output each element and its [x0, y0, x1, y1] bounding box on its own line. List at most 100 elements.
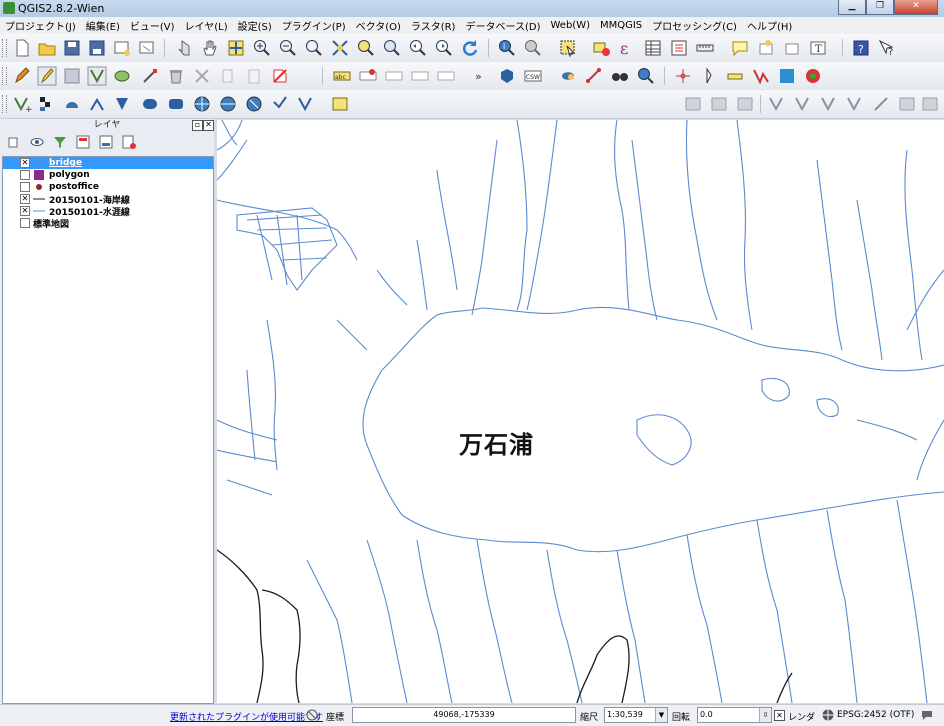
move-label-icon[interactable] — [410, 66, 430, 86]
run-action-icon[interactable] — [523, 38, 543, 58]
coordinate-capture-icon[interactable] — [725, 66, 745, 86]
scale-combo[interactable]: 1:30,539 ▼ — [604, 707, 668, 723]
panel-float-button[interactable]: ▫ — [192, 120, 203, 131]
chevron-down-icon[interactable]: ▼ — [655, 708, 667, 722]
digitize-tool-2-icon[interactable] — [709, 94, 729, 114]
processing-results-icon[interactable] — [636, 66, 656, 86]
toggle-editing-icon[interactable] — [37, 66, 57, 86]
layer-item-standard-map[interactable]: 標準地図 — [3, 217, 213, 230]
menu-raster[interactable]: ラスタ(R) — [406, 18, 461, 33]
zoom-last-icon[interactable] — [408, 38, 428, 58]
zoom-in-icon[interactable] — [252, 38, 272, 58]
delete-selected-icon[interactable] — [166, 66, 186, 86]
text-annotation-icon[interactable]: T — [808, 38, 828, 58]
filter-legend-icon[interactable] — [53, 135, 67, 149]
toolbar-handle[interactable] — [2, 67, 7, 85]
panel-close-button[interactable]: ✕ — [203, 120, 214, 131]
add-oracle-layer-icon[interactable] — [140, 94, 160, 114]
zoom-to-layer-icon[interactable] — [382, 38, 402, 58]
zoom-out-icon[interactable] — [278, 38, 298, 58]
python-console-icon[interactable] — [558, 66, 578, 86]
topology-checker-icon[interactable] — [803, 66, 823, 86]
render-checkbox[interactable]: ✕ — [774, 710, 785, 721]
layer-item-postoffice[interactable]: postoffice — [3, 181, 213, 193]
current-edits-icon[interactable] — [12, 66, 32, 86]
delete-part-icon[interactable] — [270, 66, 290, 86]
csw-icon[interactable]: CSW — [523, 66, 543, 86]
new-shapefile-layer-icon[interactable] — [296, 94, 316, 114]
new-spatialite-layer-icon[interactable] — [330, 94, 350, 114]
map-tips-icon[interactable] — [730, 38, 750, 58]
add-wms-layer-icon[interactable] — [192, 94, 212, 114]
node-tool-icon[interactable] — [140, 66, 160, 86]
add-postgis-layer-icon[interactable] — [62, 94, 82, 114]
minimize-button[interactable]: ▁ — [838, 0, 866, 15]
advanced-digitize-4-icon[interactable] — [845, 94, 865, 114]
menu-view[interactable]: ビュー(V) — [125, 18, 180, 33]
new-print-composer-icon[interactable] — [112, 38, 132, 58]
menu-processing[interactable]: プロセッシング(C) — [647, 18, 742, 33]
layer-visibility-checkbox[interactable]: ✕ — [20, 194, 30, 204]
crs-globe-icon[interactable] — [821, 708, 835, 722]
toolbar-overflow-icon[interactable]: » — [470, 66, 490, 86]
pan-hand-icon[interactable] — [200, 38, 220, 58]
attribute-table-icon[interactable] — [643, 38, 663, 58]
composer-manager-icon[interactable] — [137, 38, 157, 58]
coordinate-field[interactable]: 49068,-175339 — [352, 707, 576, 723]
add-feature-icon[interactable] — [87, 66, 107, 86]
pan-to-selection-icon[interactable] — [226, 38, 246, 58]
layer-visibility-checkbox[interactable] — [20, 170, 30, 180]
save-as-icon[interactable] — [87, 38, 107, 58]
message-log-icon[interactable] — [920, 708, 934, 722]
layer-item-waterline[interactable]: ✕ 20150101-水涯線 — [3, 205, 213, 218]
measure-line-icon[interactable] — [695, 38, 715, 58]
close-button[interactable]: ✕ — [894, 0, 938, 15]
add-wfs-layer-icon[interactable] — [244, 94, 264, 114]
zoom-next-icon[interactable] — [434, 38, 454, 58]
add-delimited-text-layer-icon[interactable] — [270, 94, 290, 114]
cut-features-icon[interactable] — [192, 66, 212, 86]
coordinate-toggle-icon[interactable] — [305, 708, 319, 722]
advanced-digitize-6-icon[interactable] — [897, 94, 917, 114]
plugin-update-link[interactable]: 更新されたプラグインが使用可能です — [170, 710, 323, 723]
add-wcs-layer-icon[interactable] — [218, 94, 238, 114]
menu-mmqgis[interactable]: MMQGIS — [595, 20, 647, 31]
layer-visibility-checkbox[interactable] — [20, 218, 30, 228]
spin-arrows-icon[interactable]: ⇳ — [759, 708, 771, 722]
layer-visibility-checkbox[interactable] — [20, 182, 30, 192]
advanced-digitize-2-icon[interactable] — [793, 94, 813, 114]
menu-edit[interactable]: 編集(E) — [81, 18, 125, 33]
paste-features-icon[interactable] — [244, 66, 264, 86]
show-hide-labels-icon[interactable] — [384, 66, 404, 86]
move-feature-icon[interactable] — [112, 66, 132, 86]
zoom-full-icon[interactable] — [330, 38, 350, 58]
map-canvas[interactable]: 万石浦 — [217, 120, 944, 703]
menu-layer[interactable]: レイヤ(L) — [180, 18, 233, 33]
layer-item-coastline[interactable]: ✕ 20150101-海岸線 — [3, 193, 213, 206]
toolbar-handle[interactable] — [2, 39, 7, 57]
advanced-digitize-3-icon[interactable] — [819, 94, 839, 114]
layer-visibility-checkbox[interactable]: ✕ — [20, 158, 30, 168]
save-layer-edits-icon[interactable] — [62, 66, 82, 86]
refresh-icon[interactable] — [460, 38, 480, 58]
advanced-digitize-1-icon[interactable] — [767, 94, 787, 114]
new-project-icon[interactable] — [12, 38, 32, 58]
layer-tree[interactable]: ✕ bridge polygon postoffice ✕ 20150101-海… — [2, 156, 214, 704]
zoom-native-resolution-icon[interactable] — [304, 38, 324, 58]
new-bookmark-icon[interactable] — [756, 38, 776, 58]
identify-features-icon[interactable]: i — [497, 38, 517, 58]
select-features-icon[interactable] — [558, 38, 578, 58]
whats-this-icon[interactable]: ? — [877, 38, 897, 58]
add-spatialite-layer-icon[interactable] — [87, 94, 107, 114]
advanced-digitize-7-icon[interactable] — [920, 94, 940, 114]
layer-visibility-checkbox[interactable]: ✕ — [20, 206, 30, 216]
open-project-icon[interactable] — [37, 38, 57, 58]
pin-labels-icon[interactable] — [358, 66, 378, 86]
advanced-digitize-5-icon[interactable] — [871, 94, 891, 114]
touch-zoom-icon[interactable] — [174, 38, 194, 58]
menu-vector[interactable]: ベクタ(O) — [351, 18, 406, 33]
deselect-features-icon[interactable] — [591, 38, 611, 58]
add-group-icon[interactable] — [7, 135, 21, 149]
toolbar-handle[interactable] — [2, 95, 7, 113]
maximize-button[interactable]: ❐ — [866, 0, 894, 15]
